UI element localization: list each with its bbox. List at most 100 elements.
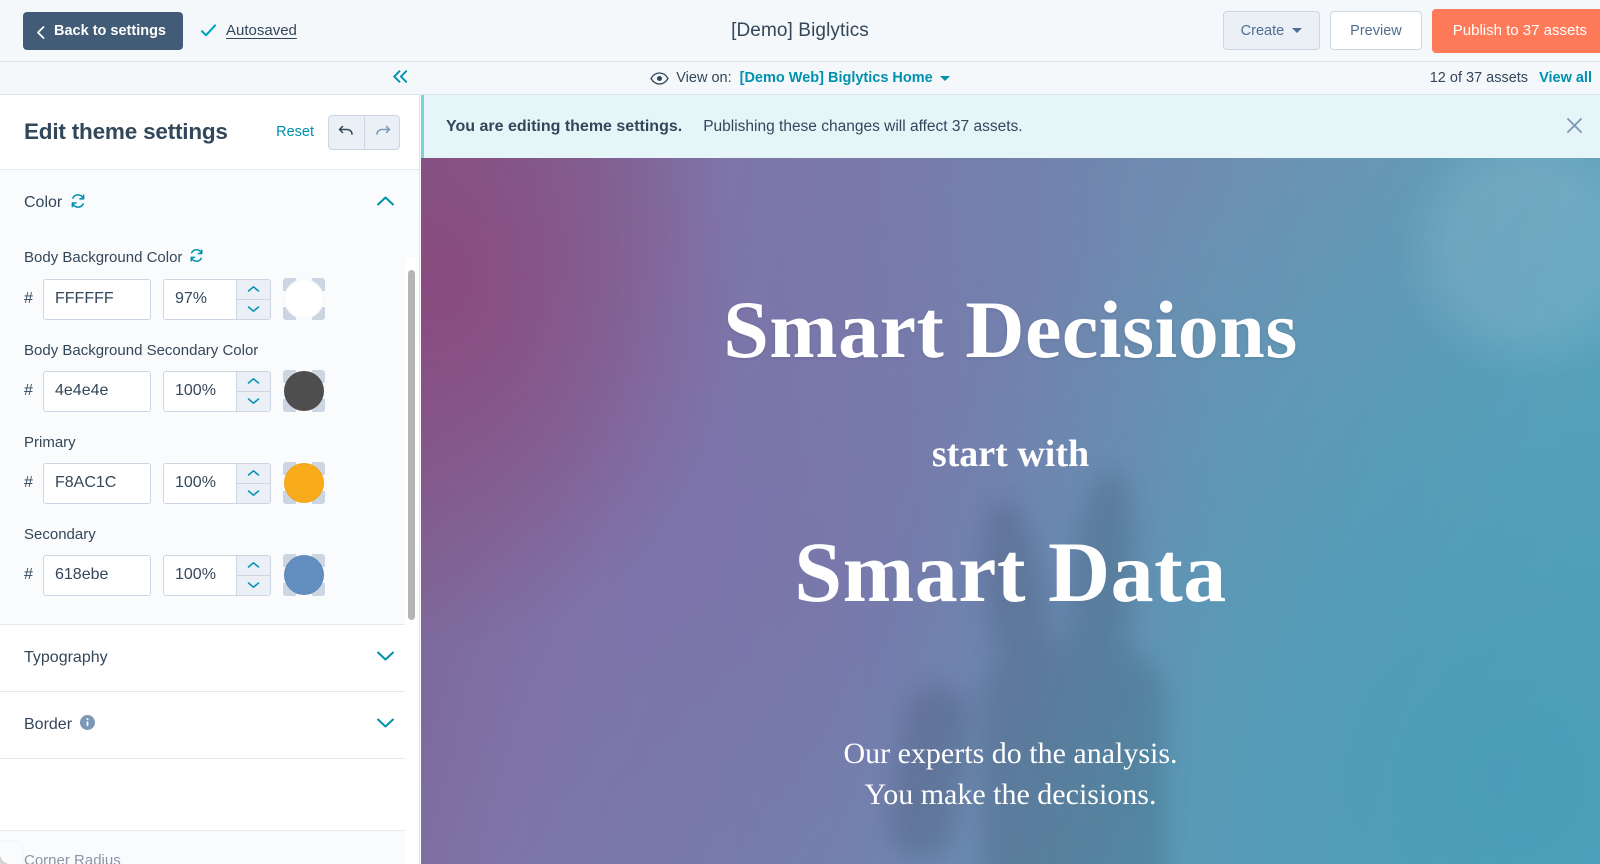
alpha-input[interactable] <box>164 463 236 503</box>
hero-heading: Smart Decisions <box>723 284 1298 375</box>
alpha-input[interactable] <box>164 279 236 319</box>
color-swatch[interactable] <box>283 554 325 596</box>
alpha-decrement-button[interactable] <box>237 574 270 595</box>
reset-link[interactable]: Reset <box>276 124 314 140</box>
hex-input[interactable] <box>43 370 151 412</box>
field-label-wrap: Secondary <box>24 526 395 543</box>
alpha-input[interactable] <box>164 555 236 595</box>
swatch-dot <box>284 555 324 595</box>
eye-icon <box>650 71 670 85</box>
section-border-header[interactable]: Border <box>0 692 419 758</box>
sidebar-header-actions: Reset <box>276 114 400 150</box>
alpha-decrement-button[interactable] <box>237 390 270 411</box>
section-color-header[interactable]: Color <box>0 170 419 236</box>
sidebar-title: Edit theme settings <box>24 119 228 144</box>
check-icon <box>200 22 217 39</box>
alpha-stepper <box>163 554 271 596</box>
hero-paragraph-1: Our experts do the analysis. <box>843 737 1178 770</box>
section-typography: Typography <box>0 625 419 692</box>
alpha-decrement-button[interactable] <box>237 298 270 319</box>
hex-input[interactable] <box>43 278 151 320</box>
alpha-increment-button[interactable] <box>237 463 270 483</box>
field-label-wrap: Primary <box>24 434 395 451</box>
alpha-decrement-button[interactable] <box>237 482 270 503</box>
refresh-icon[interactable] <box>189 248 204 267</box>
autosaved-label[interactable]: Autosaved <box>226 22 297 39</box>
color-row: # <box>24 462 395 504</box>
section-border: Border <box>0 692 419 759</box>
chevron-down-icon <box>376 649 395 667</box>
section-color-title: Color <box>24 194 63 211</box>
back-to-settings-button[interactable]: Back to settings <box>23 11 183 50</box>
top-toolbar: Back to settings Autosaved [Demo] Biglyt… <box>0 0 1600 62</box>
color-swatch[interactable] <box>283 462 325 504</box>
alpha-increment-button[interactable] <box>237 371 270 391</box>
field-corner-radius-peek[interactable]: Corner Radius <box>0 830 419 864</box>
field-primary: Primary # <box>24 434 395 504</box>
hero-content: Smart Decisions start with Smart Data Ou… <box>421 158 1600 864</box>
stepper-buttons <box>236 463 270 503</box>
color-swatch[interactable] <box>283 278 325 320</box>
section-border-title-wrap: Border <box>24 715 96 735</box>
chevron-down-icon <box>939 75 950 81</box>
preview-toolbar: View on: [Demo Web] Biglytics Home 12 of… <box>0 62 1600 95</box>
preview-button[interactable]: Preview <box>1330 11 1422 50</box>
create-label: Create <box>1240 22 1285 39</box>
corner-radius-label: Corner Radius <box>24 852 121 864</box>
undo-icon <box>338 123 355 141</box>
alpha-increment-button[interactable] <box>237 279 270 299</box>
website-preview-frame[interactable]: Smart Decisions start with Smart Data Ou… <box>421 158 1600 864</box>
field-body-background-secondary-color: Body Background Secondary Color # <box>24 342 395 412</box>
hex-input[interactable] <box>43 554 151 596</box>
hash-prefix: # <box>24 474 33 491</box>
color-swatch[interactable] <box>283 370 325 412</box>
view-all-link[interactable]: View all <box>1539 70 1592 86</box>
alpha-input[interactable] <box>164 371 236 411</box>
assets-summary: 12 of 37 assets View all <box>1430 70 1592 86</box>
undo-button[interactable] <box>329 115 364 149</box>
banner-title: You are editing theme settings. <box>446 117 683 135</box>
field-label: Body Background Color <box>24 249 183 266</box>
field-label: Body Background Secondary Color <box>24 342 259 359</box>
section-color: Color Body Background Color # FFFFFF 97%… <box>0 170 419 625</box>
field-label-wrap: Body Background Secondary Color <box>24 342 395 359</box>
publish-button[interactable]: Publish to 37 assets <box>1431 8 1600 53</box>
alpha-increment-button[interactable] <box>237 555 270 575</box>
banner-close-button[interactable] <box>1560 113 1588 141</box>
redo-icon <box>374 123 391 141</box>
autosave-status[interactable]: Autosaved <box>200 22 297 39</box>
field-label: Secondary <box>24 526 96 543</box>
color-row: # <box>24 278 395 320</box>
refresh-icon[interactable] <box>70 193 86 214</box>
sidebar-scrollbar-thumb[interactable] <box>408 270 415 620</box>
hex-input[interactable] <box>43 462 151 504</box>
field-body-background-color: Body Background Color # <box>24 248 395 320</box>
section-border-title: Border <box>24 716 73 733</box>
alpha-stepper <box>163 462 271 504</box>
view-on-dropdown[interactable]: [Demo Web] Biglytics Home <box>740 70 950 86</box>
view-on-control: View on: [Demo Web] Biglytics Home <box>0 70 1600 86</box>
close-icon <box>1566 117 1583 137</box>
redo-button[interactable] <box>364 115 399 149</box>
theme-settings-sidebar: Edit theme settings Reset Color Body Bac… <box>0 95 420 864</box>
color-row: # <box>24 554 395 596</box>
editing-theme-banner: You are editing theme settings. Publishi… <box>421 95 1600 158</box>
view-on-label: View on: <box>676 70 732 86</box>
top-toolbar-actions: Create Preview Publish to 37 assets <box>1222 8 1600 53</box>
assets-count-label: 12 of 37 assets <box>1429 70 1529 86</box>
back-to-settings-label: Back to settings <box>54 22 166 39</box>
create-button[interactable]: Create <box>1222 11 1321 50</box>
hash-prefix: # <box>24 290 33 307</box>
stepper-buttons <box>236 555 270 595</box>
section-typography-title-wrap: Typography <box>24 649 108 667</box>
stepper-buttons <box>236 371 270 411</box>
section-typography-header[interactable]: Typography <box>0 625 419 691</box>
page-corner <box>0 842 22 864</box>
info-icon[interactable] <box>80 715 96 735</box>
chevron-down-icon <box>376 716 395 734</box>
section-color-title-wrap: Color <box>24 193 86 214</box>
chevron-down-icon <box>1292 28 1303 33</box>
hero-subheading: start with <box>931 433 1090 475</box>
hash-prefix: # <box>24 382 33 399</box>
hero-heading-secondary: Smart Data <box>794 524 1227 620</box>
